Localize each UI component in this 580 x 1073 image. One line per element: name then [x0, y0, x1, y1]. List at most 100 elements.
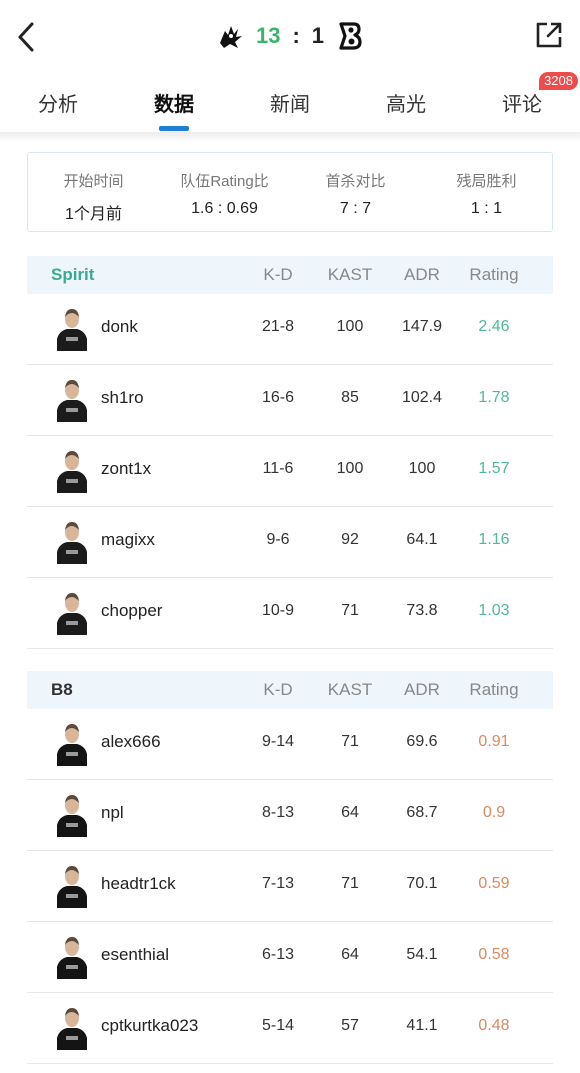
- summary-label: 残局胜利: [456, 173, 517, 190]
- player-rating: 0.48: [478, 1017, 510, 1034]
- player-avatar: [57, 380, 87, 422]
- player-adr: 68.7: [406, 804, 438, 821]
- player-kd: 7-13: [261, 875, 295, 892]
- column-kd-header: K-D: [263, 680, 293, 699]
- spirit-logo: [219, 26, 242, 48]
- player-row[interactable]: chopper 10-9 71 73.8 1.03: [27, 578, 553, 649]
- player-adr: 64.1: [406, 531, 438, 548]
- player-row[interactable]: npl 8-13 64 68.7 0.9: [27, 780, 553, 851]
- tab-divider: [0, 132, 580, 142]
- player-rating: 2.46: [478, 318, 510, 335]
- summary-start-time: 开始时间 1个月前: [28, 153, 159, 231]
- player-row[interactable]: sh1ro 16-6 85 102.4 1.78: [27, 365, 553, 436]
- player-adr: 102.4: [401, 389, 443, 406]
- summary-clutches: 残局胜利 1 : 1: [421, 153, 552, 231]
- column-adr-header: ADR: [404, 265, 440, 284]
- player-name[interactable]: donk: [101, 317, 138, 337]
- player-avatar: [57, 724, 87, 766]
- player-avatar: [57, 593, 87, 635]
- player-rating: 0.58: [478, 946, 510, 963]
- player-row[interactable]: donk 21-8 100 147.9 2.46: [27, 294, 553, 365]
- tab-label: 分析: [38, 94, 78, 116]
- player-kast: 92: [341, 531, 359, 548]
- summary-label: 开始时间: [63, 173, 124, 190]
- player-kast: 57: [341, 1017, 359, 1034]
- player-row[interactable]: cptkurtka023 5-14 57 41.1 0.48: [27, 993, 553, 1064]
- player-rating: 0.59: [478, 875, 510, 892]
- player-kd: 8-13: [261, 804, 295, 821]
- player-rating: 0.91: [478, 733, 510, 750]
- player-avatar: [57, 937, 87, 979]
- tab-analysis[interactable]: 分析: [0, 72, 116, 134]
- score-left: 13: [255, 23, 281, 48]
- column-adr-header: ADR: [404, 680, 440, 699]
- score-right: 1: [311, 23, 325, 48]
- player-name[interactable]: magixx: [101, 530, 155, 550]
- player-kd: 10-9: [261, 602, 295, 619]
- tab-news[interactable]: 新闻: [232, 72, 348, 134]
- column-kast-header: KAST: [327, 680, 373, 699]
- player-avatar: [57, 795, 87, 837]
- player-rating: 1.03: [478, 602, 510, 619]
- column-kd-header: K-D: [263, 265, 293, 284]
- tab-label: 新闻: [270, 94, 310, 116]
- summary-value: 1 : 1: [470, 200, 503, 217]
- comment-count-badge: 3208: [539, 72, 578, 90]
- player-row[interactable]: headtr1ck 7-13 71 70.1 0.59: [27, 851, 553, 922]
- player-name[interactable]: esenthial: [101, 945, 169, 965]
- player-row[interactable]: alex666 9-14 71 69.6 0.91: [27, 709, 553, 780]
- tab-label: 数据: [154, 94, 194, 116]
- player-avatar: [57, 866, 87, 908]
- player-name[interactable]: sh1ro: [101, 388, 144, 408]
- player-adr: 70.1: [406, 875, 438, 892]
- player-row[interactable]: zont1x 11-6 100 100 1.57: [27, 436, 553, 507]
- player-kast: 85: [341, 389, 359, 406]
- tab-bar: 分析 数据 新闻 高光 评论 3208: [0, 72, 580, 134]
- team-name: Spirit: [51, 265, 95, 284]
- tab-highlights[interactable]: 高光: [348, 72, 464, 134]
- player-kast: 64: [341, 946, 359, 963]
- player-kd: 21-8: [261, 318, 295, 335]
- share-icon[interactable]: [534, 20, 564, 50]
- summary-first-kills: 首杀对比 7 : 7: [290, 153, 421, 231]
- player-name[interactable]: cptkurtka023: [101, 1016, 198, 1036]
- player-row[interactable]: magixx 9-6 92 64.1 1.16: [27, 507, 553, 578]
- match-summary: 开始时间 1个月前 队伍Rating比 1.6 : 0.69 首杀对比 7 : …: [27, 152, 553, 232]
- player-kast: 71: [341, 733, 359, 750]
- top-bar: 13 : 1: [0, 0, 580, 72]
- tab-label: 评论: [502, 94, 542, 116]
- table-header: B8 K-D KAST ADR Rating: [27, 671, 553, 709]
- player-name[interactable]: zont1x: [101, 459, 151, 479]
- player-kast: 71: [341, 875, 359, 892]
- b8-logo: [339, 22, 362, 50]
- tab-comments[interactable]: 评论 3208: [464, 72, 580, 134]
- summary-label: 首杀对比: [325, 173, 386, 190]
- player-name[interactable]: alex666: [101, 732, 161, 752]
- player-kd: 11-6: [262, 460, 294, 477]
- player-kd: 6-13: [261, 946, 295, 963]
- tab-data[interactable]: 数据: [116, 72, 232, 134]
- player-name[interactable]: npl: [101, 803, 124, 823]
- table-header: Spirit K-D KAST ADR Rating: [27, 256, 553, 294]
- player-row[interactable]: esenthial 6-13 64 54.1 0.58: [27, 922, 553, 993]
- player-kd: 9-14: [261, 733, 295, 750]
- player-rating: 1.16: [478, 531, 510, 548]
- summary-team-rating: 队伍Rating比 1.6 : 0.69: [159, 153, 290, 231]
- player-adr: 100: [408, 460, 436, 477]
- player-rating: 1.57: [478, 460, 510, 477]
- player-name[interactable]: headtr1ck: [101, 874, 176, 894]
- player-avatar: [57, 1008, 87, 1050]
- player-adr: 41.1: [406, 1017, 438, 1034]
- column-rating-header: Rating: [469, 680, 519, 699]
- player-name[interactable]: chopper: [101, 601, 162, 621]
- player-adr: 54.1: [406, 946, 438, 963]
- player-adr: 69.6: [406, 733, 438, 750]
- column-kast-header: KAST: [327, 265, 373, 284]
- player-kd: 16-6: [261, 389, 295, 406]
- player-avatar: [57, 309, 87, 351]
- summary-value: 7 : 7: [339, 200, 372, 217]
- player-kast: 100: [336, 460, 364, 477]
- player-avatar: [57, 451, 87, 493]
- player-kd: 9-6: [266, 531, 290, 548]
- player-rating: 0.9: [482, 804, 506, 821]
